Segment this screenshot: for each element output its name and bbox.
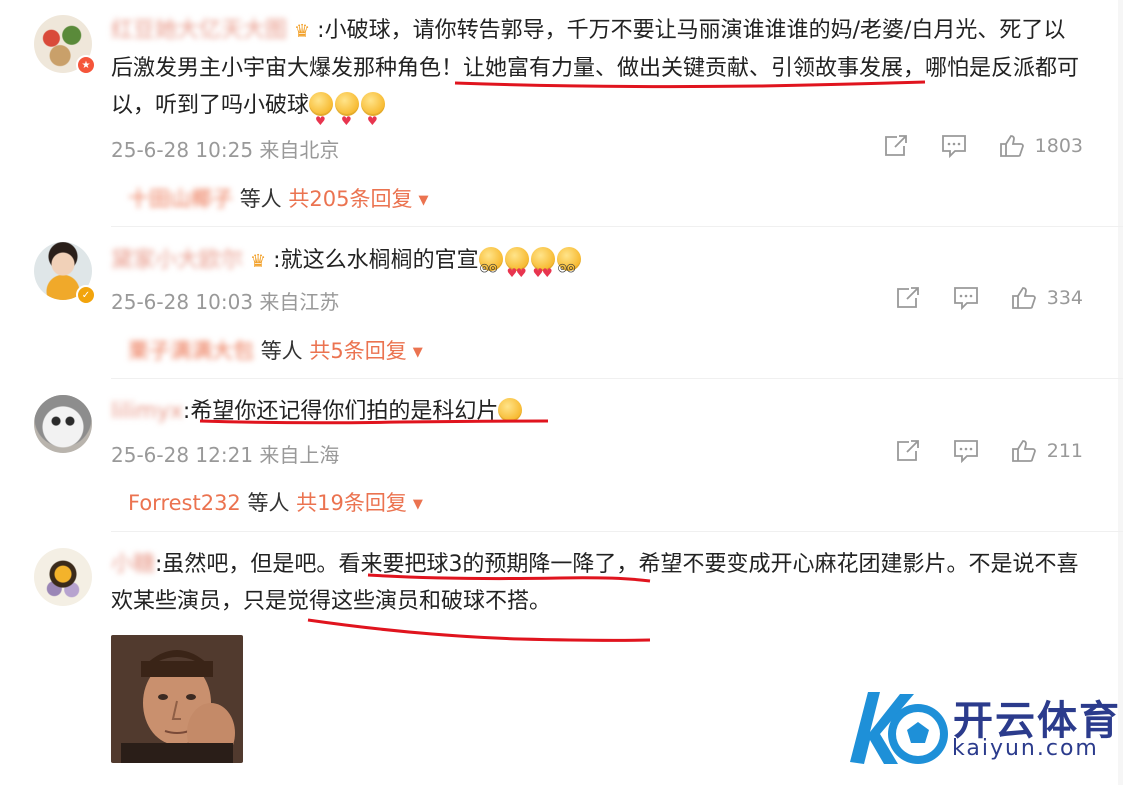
reply-users[interactable]: Forrest232 — [128, 491, 241, 515]
comment-text: :就这么水榈榈的官宣 — [273, 248, 479, 273]
comment-button[interactable] — [953, 439, 979, 463]
comment-text-highlight: 看来要把球3的预期降一降了， — [338, 552, 639, 577]
comment-image[interactable] — [111, 635, 243, 763]
emoji-icon — [478, 247, 503, 286]
scrollbar-track[interactable] — [1118, 0, 1123, 785]
reply-count[interactable]: 共19条回复 — [296, 491, 407, 515]
man-photo-image — [111, 635, 243, 763]
comment-icon — [953, 440, 978, 463]
caret-down-icon[interactable]: ▼ — [413, 345, 423, 360]
like-icon — [999, 135, 1024, 157]
caret-down-icon[interactable]: ▼ — [418, 193, 428, 208]
comment-button[interactable] — [953, 286, 979, 310]
replies-summary[interactable]: 十田山椰子 等人 共205条回复 ▼ — [128, 183, 428, 213]
like-count: 334 — [1046, 287, 1083, 309]
comment-text: :希望你还记得你们拍的是科幻片 — [182, 399, 499, 424]
crown-icon: ♛ — [294, 21, 311, 42]
comment-button[interactable] — [941, 134, 967, 158]
reply-users[interactable]: 栗子满满大包 — [128, 335, 254, 365]
vip-badge-icon: ★ — [76, 55, 96, 75]
reply-suffix: 等人 — [247, 491, 290, 515]
reply-users[interactable]: 十田山椰子 — [128, 183, 233, 213]
like-count: 1803 — [1034, 135, 1083, 157]
username[interactable]: 黛家小大欧尔 — [111, 242, 243, 279]
caret-down-icon[interactable]: ▼ — [413, 497, 423, 512]
comment-icon — [953, 287, 978, 310]
like-icon — [1011, 287, 1036, 309]
reply-suffix: 等人 — [260, 339, 303, 363]
divider — [111, 226, 1123, 227]
divider — [111, 378, 1123, 379]
avatar[interactable] — [34, 548, 92, 606]
like-count: 211 — [1046, 440, 1083, 462]
comment-location: 来自江苏 — [259, 290, 340, 314]
replies-summary[interactable]: Forrest232 等人 共19条回复 ▼ — [128, 487, 423, 517]
emoji-icon — [498, 398, 523, 422]
comment-text-highlight: 让她富有力量、做出关键贡献、引领故事发展， — [463, 56, 926, 81]
emoji-icon — [556, 247, 581, 286]
comment-time: 25-6-28 10:25 — [111, 138, 254, 162]
like-button[interactable]: 211 — [1011, 439, 1083, 463]
verified-icon: ✓ — [76, 285, 96, 305]
username[interactable]: lilimyx — [111, 393, 183, 430]
like-button[interactable]: 1803 — [999, 134, 1083, 158]
comment-text-intro: :虽然吧，但是吧。 — [155, 552, 339, 577]
emoji-icon — [530, 247, 555, 292]
emoji-icon — [309, 92, 334, 140]
share-icon — [896, 440, 919, 461]
logo-text-en: kaiyun.com — [952, 736, 1099, 761]
share-icon — [896, 287, 919, 308]
comment-time: 25-6-28 10:03 — [111, 290, 254, 314]
comment-time: 25-6-28 12:21 — [111, 443, 254, 467]
replies-summary[interactable]: 栗子满满大包 等人 共5条回复 ▼ — [128, 335, 423, 365]
username[interactable]: 红豆她大亿天大图 — [111, 12, 287, 49]
share-button[interactable] — [895, 286, 921, 310]
reply-count[interactable]: 共205条回复 — [288, 187, 412, 211]
comment-text-highlight-2: 只是觉得这些演员和破球不搭。 — [243, 589, 552, 614]
emoji-icon — [504, 247, 529, 292]
share-button[interactable] — [883, 134, 909, 158]
emoji-icon — [361, 92, 386, 140]
avatar[interactable] — [34, 395, 92, 453]
like-button[interactable]: 334 — [1011, 286, 1083, 310]
emoji-icon — [335, 92, 360, 140]
reply-count[interactable]: 共5条回复 — [309, 339, 406, 363]
share-icon — [884, 135, 907, 156]
like-icon — [1011, 440, 1036, 462]
comment-icon — [941, 135, 966, 158]
share-button[interactable] — [895, 439, 921, 463]
username[interactable]: 小糖 — [111, 546, 155, 583]
reply-suffix: 等人 — [239, 187, 282, 211]
crown-icon: ♛ — [250, 251, 267, 272]
comment-location: 来自北京 — [259, 138, 340, 162]
divider — [111, 531, 1123, 532]
comment-location: 来自上海 — [259, 443, 340, 467]
